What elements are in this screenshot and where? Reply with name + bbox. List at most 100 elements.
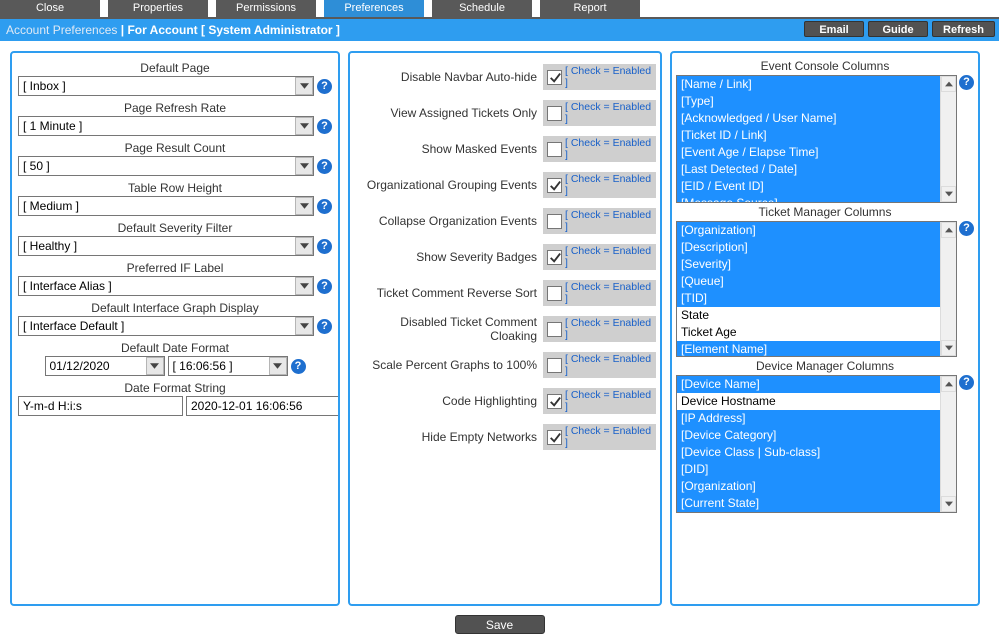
toggle-checkbox[interactable] <box>547 430 562 445</box>
list-item[interactable]: [Current State] <box>677 495 940 512</box>
toggle-label: Show Masked Events <box>354 142 543 156</box>
tab-permissions[interactable]: Permissions <box>216 0 316 17</box>
listbox-device-columns[interactable]: [Device Name]Device Hostname[IP Address]… <box>676 375 957 513</box>
toggle-cell: [ Check = Enabled ] <box>543 64 656 90</box>
toggle-cell: [ Check = Enabled ] <box>543 172 656 198</box>
toggle-row: Ticket Comment Reverse Sort[ Check = Ena… <box>354 275 656 311</box>
label-result-count: Page Result Count <box>16 141 334 155</box>
scrollbar[interactable] <box>940 76 956 202</box>
listbox-ticket-columns[interactable]: [Organization][Description][Severity][Qu… <box>676 221 957 357</box>
save-button[interactable]: Save <box>455 615 545 634</box>
listbox-event-columns[interactable]: [Name / Link][Type][Acknowledged / User … <box>676 75 957 203</box>
list-item[interactable]: [TID] <box>677 290 940 307</box>
toggle-checkbox[interactable] <box>547 214 562 229</box>
list-item[interactable]: [Last Detected / Date] <box>677 161 940 178</box>
tab-properties[interactable]: Properties <box>108 0 208 17</box>
list-item[interactable]: [Organization] <box>677 222 940 239</box>
select-if-label[interactable]: [ Interface Alias ] <box>18 276 314 296</box>
toggle-checkbox[interactable] <box>547 178 562 193</box>
tab-close[interactable]: Close <box>0 0 100 17</box>
help-icon[interactable]: ? <box>959 221 974 236</box>
scroll-up-icon[interactable] <box>941 222 956 238</box>
select-default-page[interactable]: [ Inbox ] <box>18 76 314 96</box>
help-icon[interactable]: ? <box>317 279 332 294</box>
help-icon[interactable]: ? <box>959 375 974 390</box>
select-result-count[interactable]: [ 50 ] <box>18 156 314 176</box>
toggle-checkbox[interactable] <box>547 142 562 157</box>
list-item[interactable]: [Type] <box>677 93 940 110</box>
help-icon[interactable]: ? <box>317 239 332 254</box>
toggle-label: Scale Percent Graphs to 100% <box>354 358 543 372</box>
format-string-sample[interactable] <box>186 396 340 416</box>
help-icon[interactable]: ? <box>959 75 974 90</box>
toggle-checkbox[interactable] <box>547 70 562 85</box>
toggle-hint: [ Check = Enabled ] <box>565 65 656 89</box>
toggle-row: Code Highlighting[ Check = Enabled ] <box>354 383 656 419</box>
toggle-checkbox[interactable] <box>547 322 562 337</box>
email-button[interactable]: Email <box>804 21 864 37</box>
guide-button[interactable]: Guide <box>868 21 928 37</box>
select-row-height[interactable]: [ Medium ] <box>18 196 314 216</box>
help-icon[interactable]: ? <box>317 199 332 214</box>
toggle-cell: [ Check = Enabled ] <box>543 244 656 270</box>
list-item[interactable]: [Device Class | Sub-class] <box>677 444 940 461</box>
list-item[interactable]: [Message Source] <box>677 195 940 203</box>
scroll-up-icon[interactable] <box>941 76 956 92</box>
list-item[interactable]: [Device Category] <box>677 427 940 444</box>
toggle-row: Disabled Ticket Comment Cloaking[ Check … <box>354 311 656 347</box>
format-string-input[interactable] <box>18 396 183 416</box>
scrollbar[interactable] <box>940 222 956 356</box>
list-item[interactable]: Device Hostname <box>677 393 940 410</box>
toggle-checkbox[interactable] <box>547 286 562 301</box>
list-item[interactable]: [Device Name] <box>677 376 940 393</box>
toggle-checkbox[interactable] <box>547 358 562 373</box>
list-item[interactable]: [EID / Event ID] <box>677 178 940 195</box>
select-graph-display[interactable]: [ Interface Default ] <box>18 316 314 336</box>
toggle-checkbox[interactable] <box>547 394 562 409</box>
toggle-checkbox[interactable] <box>547 106 562 121</box>
list-item[interactable]: Ticket Age <box>677 324 940 341</box>
toggle-hint: [ Check = Enabled ] <box>565 353 656 377</box>
select-date[interactable]: 01/12/2020 <box>45 356 165 376</box>
select-severity-filter[interactable]: [ Healthy ] <box>18 236 314 256</box>
list-item[interactable]: [Name / Link] <box>677 76 940 93</box>
scroll-down-icon[interactable] <box>941 496 956 512</box>
help-icon[interactable]: ? <box>317 319 332 334</box>
list-item[interactable]: State <box>677 307 940 324</box>
toggle-row: Show Severity Badges[ Check = Enabled ] <box>354 239 656 275</box>
help-icon[interactable]: ? <box>317 79 332 94</box>
list-item[interactable]: [Acknowledged / User Name] <box>677 110 940 127</box>
header-title-1: Account Preferences <box>6 23 117 37</box>
refresh-button[interactable]: Refresh <box>932 21 995 37</box>
tab-report[interactable]: Report <box>540 0 640 17</box>
list-item[interactable]: [DID] <box>677 461 940 478</box>
panel-general: Default Page [ Inbox ] ? Page Refresh Ra… <box>10 51 340 606</box>
select-time[interactable]: [ 16:06:56 ] <box>168 356 288 376</box>
list-item[interactable]: [IP Address] <box>677 410 940 427</box>
help-icon[interactable]: ? <box>317 159 332 174</box>
select-refresh-rate[interactable]: [ 1 Minute ] <box>18 116 314 136</box>
scroll-down-icon[interactable] <box>941 186 956 202</box>
footer: Save <box>0 612 999 637</box>
list-item[interactable]: [Ticket ID / Link] <box>677 127 940 144</box>
list-item[interactable]: [Queue] <box>677 273 940 290</box>
list-item[interactable]: [Element Name] <box>677 341 940 357</box>
toggle-hint: [ Check = Enabled ] <box>565 425 656 449</box>
list-item[interactable]: [Description] <box>677 239 940 256</box>
chevron-down-icon <box>295 197 313 215</box>
toggle-hint: [ Check = Enabled ] <box>565 101 656 125</box>
toggle-checkbox[interactable] <box>547 250 562 265</box>
help-icon[interactable]: ? <box>317 119 332 134</box>
toggle-label: Disabled Ticket Comment Cloaking <box>354 315 543 343</box>
list-item[interactable]: [Organization] <box>677 478 940 495</box>
list-item[interactable]: [Event Age / Elapse Time] <box>677 144 940 161</box>
tab-preferences[interactable]: Preferences <box>324 0 424 17</box>
scroll-down-icon[interactable] <box>941 340 956 356</box>
tab-schedule[interactable]: Schedule <box>432 0 532 17</box>
list-item[interactable]: [Severity] <box>677 256 940 273</box>
label-default-page: Default Page <box>16 61 334 75</box>
help-icon[interactable]: ? <box>291 359 306 374</box>
chevron-down-icon <box>295 77 313 95</box>
scroll-up-icon[interactable] <box>941 376 956 392</box>
scrollbar[interactable] <box>940 376 956 512</box>
